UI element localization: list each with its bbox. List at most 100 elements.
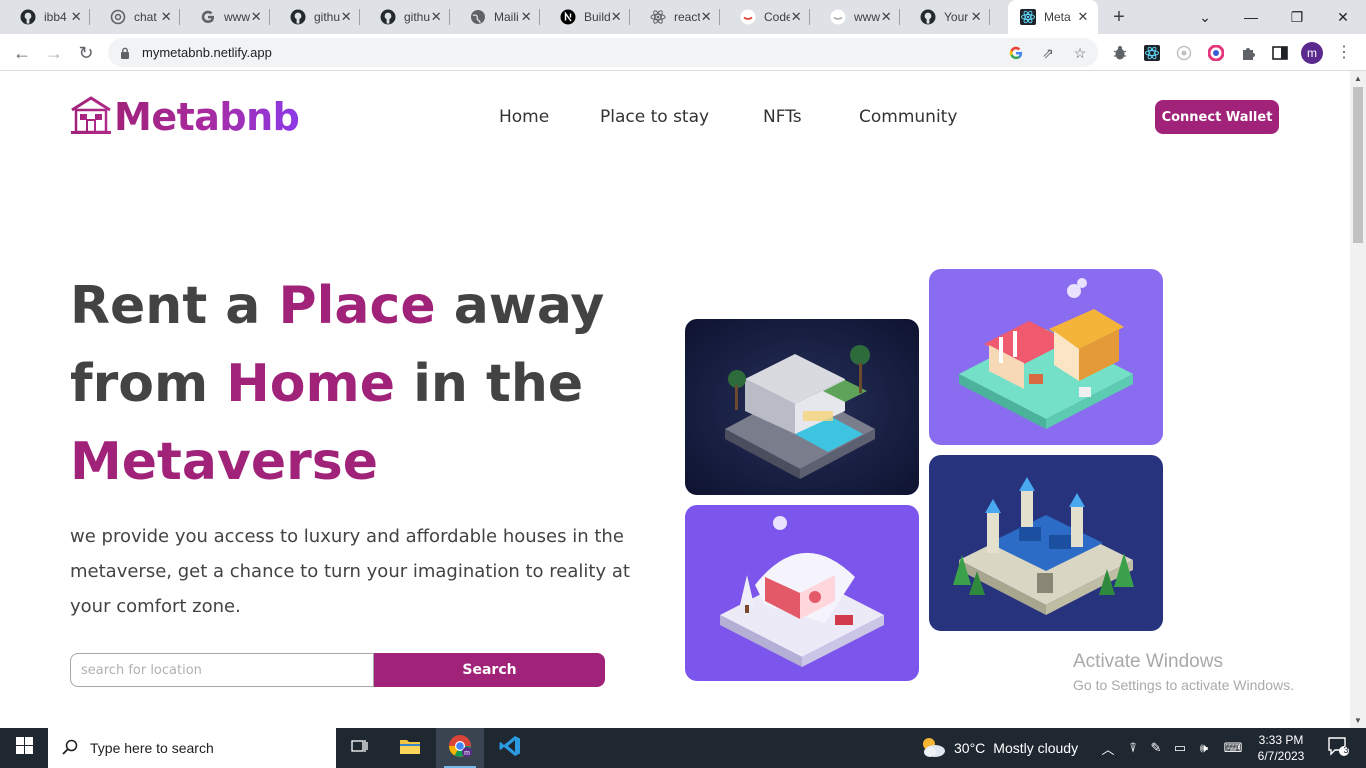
- extension-bug-icon[interactable]: [1110, 43, 1130, 63]
- extension-circle-icon[interactable]: [1174, 43, 1194, 63]
- github-icon: [920, 9, 936, 25]
- google-icon[interactable]: [1008, 45, 1024, 61]
- scroll-down-icon[interactable]: ▼: [1354, 716, 1362, 725]
- scroll-thumb[interactable]: [1353, 87, 1363, 243]
- taskbar-search[interactable]: Type here to search: [48, 728, 336, 768]
- file-explorer-button[interactable]: [386, 728, 434, 768]
- tab-title: Build: [584, 10, 611, 24]
- minimize-button[interactable]: —: [1228, 0, 1274, 34]
- url-text: mymetabnb.netlify.app: [142, 45, 272, 60]
- activate-windows-watermark: Activate Windows Go to Settings to activ…: [1073, 651, 1294, 693]
- start-button[interactable]: [0, 728, 48, 768]
- more-menu-icon[interactable]: ⋮: [1336, 42, 1352, 62]
- cloud-sun-icon: [920, 736, 946, 761]
- react-devtools-icon[interactable]: [1142, 43, 1162, 63]
- browser-tab-active[interactable]: Meta ✕: [1008, 0, 1098, 34]
- search-button[interactable]: Search: [374, 653, 605, 687]
- close-icon[interactable]: ✕: [700, 9, 712, 25]
- star-icon[interactable]: ☆: [1072, 45, 1088, 61]
- arrow-right-icon: →: [45, 42, 63, 63]
- restore-button[interactable]: ❐: [1274, 0, 1320, 34]
- svg-text:m: m: [464, 750, 470, 757]
- close-icon[interactable]: ✕: [970, 9, 982, 25]
- close-icon[interactable]: ✕: [790, 9, 802, 25]
- tab-title: githu: [314, 10, 341, 24]
- browser-tab[interactable]: chat ✕: [90, 0, 180, 34]
- notification-center-button[interactable]: 3: [1318, 728, 1358, 768]
- github-icon: [20, 9, 36, 25]
- close-icon[interactable]: ✕: [250, 9, 262, 25]
- close-icon[interactable]: ✕: [160, 9, 172, 25]
- volume-tray-icon[interactable]: 🕪: [1194, 728, 1214, 768]
- new-tab-button[interactable]: +: [1108, 6, 1130, 28]
- page-scrollbar[interactable]: ▲ ▼: [1350, 71, 1366, 728]
- pen-tray-icon[interactable]: ✎: [1146, 728, 1166, 768]
- browser-tab[interactable]: Build ✕: [540, 0, 630, 34]
- tab-title: Code: [764, 10, 791, 24]
- close-icon[interactable]: ✕: [520, 9, 532, 25]
- network-tray-icon[interactable]: ⍒: [1124, 728, 1142, 768]
- house-logo-icon: [70, 95, 112, 139]
- keyboard-tray-icon[interactable]: ⌨: [1220, 728, 1246, 768]
- lock-icon: [120, 46, 130, 64]
- activate-subtitle: Go to Settings to activate Windows.: [1073, 677, 1294, 693]
- close-icon[interactable]: ✕: [340, 9, 352, 25]
- tab-title: Meta: [1044, 10, 1071, 24]
- browser-tab[interactable]: react ✕: [630, 0, 720, 34]
- close-icon[interactable]: ✕: [430, 9, 442, 25]
- task-view-icon: [351, 738, 369, 759]
- location-search-input[interactable]: [70, 653, 374, 687]
- nextjs-icon: [560, 9, 576, 25]
- puzzle-icon[interactable]: [1238, 43, 1258, 63]
- nav-place-to-stay[interactable]: Place to stay: [600, 107, 709, 127]
- scroll-up-icon[interactable]: ▲: [1354, 74, 1362, 83]
- browser-tab[interactable]: Code ✕: [720, 0, 810, 34]
- chrome-taskbar-button[interactable]: m: [436, 728, 484, 768]
- codepen-icon: [740, 9, 756, 25]
- reload-button[interactable]: ↻: [74, 41, 98, 65]
- close-icon[interactable]: ✕: [70, 9, 82, 25]
- connect-wallet-button[interactable]: Connect Wallet: [1155, 100, 1279, 134]
- task-view-button[interactable]: [336, 728, 384, 768]
- browser-tab[interactable]: githu ✕: [270, 0, 360, 34]
- browser-tab[interactable]: www ✕: [810, 0, 900, 34]
- close-icon[interactable]: ✕: [880, 9, 892, 25]
- close-icon[interactable]: ✕: [1076, 9, 1090, 25]
- location-search: Search: [70, 653, 605, 687]
- windows-icon: [15, 737, 33, 759]
- browser-tab[interactable]: www ✕: [180, 0, 270, 34]
- side-panel-icon[interactable]: [1270, 43, 1290, 63]
- site-logo[interactable]: Metabnb: [70, 95, 300, 139]
- browser-tab[interactable]: Your ✕: [900, 0, 990, 34]
- headline-text: Rent a: [70, 276, 279, 336]
- browser-tab[interactable]: githu ✕: [360, 0, 450, 34]
- nav-home[interactable]: Home: [499, 107, 549, 127]
- headline-text: in the: [394, 354, 584, 414]
- headline-text: from: [70, 354, 227, 414]
- battery-tray-icon[interactable]: ▭: [1170, 728, 1190, 768]
- close-icon[interactable]: ✕: [610, 9, 622, 25]
- github-icon: [290, 9, 306, 25]
- browser-tab[interactable]: ibb4 ✕: [0, 0, 90, 34]
- taskbar-clock[interactable]: 3:33 PM 6/7/2023: [1252, 732, 1310, 764]
- close-window-button[interactable]: ✕: [1320, 0, 1366, 34]
- chrome-icon: m: [448, 734, 472, 763]
- taskbar-search-text: Type here to search: [90, 740, 214, 756]
- back-button[interactable]: ←: [10, 41, 34, 65]
- nav-nfts[interactable]: NFTs: [763, 107, 802, 127]
- nav-community[interactable]: Community: [859, 107, 957, 127]
- address-bar[interactable]: mymetabnb.netlify.app ⇗ ☆: [108, 38, 1098, 67]
- weather-widget[interactable]: 30°C Mostly cloudy: [920, 728, 1078, 768]
- activate-title: Activate Windows: [1073, 651, 1223, 672]
- tab-search-button[interactable]: ⌄: [1182, 0, 1228, 34]
- profile-avatar[interactable]: m: [1301, 42, 1323, 64]
- browser-tab[interactable]: Maili ✕: [450, 0, 540, 34]
- share-icon[interactable]: ⇗: [1040, 45, 1056, 61]
- openai-icon: [110, 9, 126, 25]
- arrow-left-icon: ←: [13, 42, 31, 63]
- react-icon: [1020, 9, 1036, 25]
- color-picker-icon[interactable]: [1206, 43, 1226, 63]
- vscode-taskbar-button[interactable]: [486, 728, 534, 768]
- show-hidden-icons-button[interactable]: ︿: [1098, 728, 1118, 768]
- forward-button[interactable]: →: [42, 41, 66, 65]
